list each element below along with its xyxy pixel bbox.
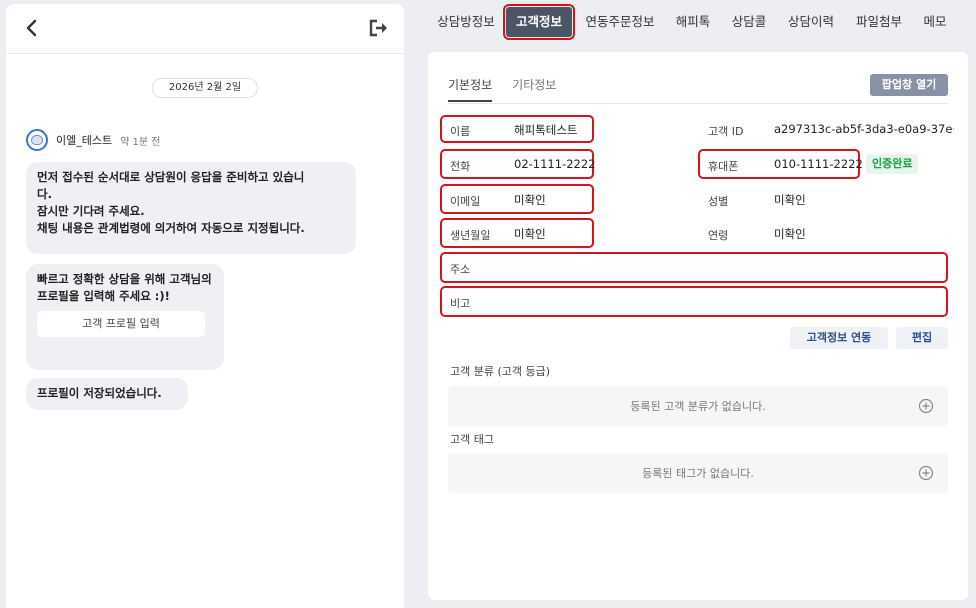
back-arrow-icon[interactable] <box>22 18 42 38</box>
tab-customer-info[interactable]: 고객정보 <box>503 4 575 40</box>
subtab-bar: 기본정보 기타정보 <box>448 74 576 104</box>
address-field[interactable] <box>440 252 948 283</box>
category-empty-text: 등록된 고객 분류가 없습니다. <box>630 400 766 413</box>
tag-label: 고객 태그 <box>450 433 494 446</box>
chat-message-text: 빠르고 정확한 상담을 위해 고객님의 프로필을 입력해 주세요 :)! <box>37 272 212 303</box>
field-value-age: 미확인 <box>774 227 806 241</box>
subtab-other-info[interactable]: 기타정보 <box>512 74 556 102</box>
field-value-mobile: 010-1111-2222 <box>774 157 863 171</box>
tab-happytalk[interactable]: 해피톡 <box>672 4 714 40</box>
category-box: 등록된 고객 분류가 없습니다. <box>448 386 948 426</box>
field-label-name: 이름 <box>450 125 471 138</box>
chat-message-line: 잠시만 기다려 주세요. <box>37 204 145 218</box>
customer-info-card: 기본정보 기타정보 팝업창 열기 이름 해피톡테스트 고객 ID a297313… <box>428 52 968 600</box>
field-label-age: 연령 <box>708 229 729 242</box>
sender-name: 이엘_테스트 <box>56 134 113 147</box>
field-label-phone: 전화 <box>450 160 471 173</box>
avatar-face-icon <box>31 135 43 145</box>
note-field[interactable] <box>440 286 948 317</box>
tab-linked-orders[interactable]: 연동주문정보 <box>582 4 658 40</box>
link-customer-button[interactable]: 고객정보 연동 <box>790 327 888 349</box>
sender-time: 약 1분 전 <box>120 136 161 148</box>
open-popup-button[interactable]: 팝업창 열기 <box>870 74 948 96</box>
chat-message: 먼저 접수된 순서대로 상담원이 응답을 준비하고 있습니 다. 잠시만 기다려… <box>26 162 356 254</box>
add-category-icon[interactable] <box>918 398 934 414</box>
profile-input-button[interactable]: 고객 프로필 입력 <box>37 311 205 337</box>
chat-message-line: 먼저 접수된 순서대로 상담원이 응답을 준비하고 있습니 <box>37 170 305 184</box>
chat-message-line: 다. <box>37 187 52 201</box>
field-value-gender: 미확인 <box>774 193 806 207</box>
category-label: 고객 분류 (고객 등급) <box>450 365 551 378</box>
exit-icon[interactable] <box>368 18 390 38</box>
field-label-note: 비고 <box>450 297 471 310</box>
tab-call[interactable]: 상담콜 <box>728 4 770 40</box>
chat-message-line: 채팅 내용은 관계법령에 의거하여 자동으로 지정됩니다. <box>37 221 305 235</box>
chat-message: 빠르고 정확한 상담을 위해 고객님의 프로필을 입력해 주세요 :)! 고객 … <box>26 264 224 370</box>
field-value-birth: 미확인 <box>514 227 546 241</box>
tab-bar: 상담방정보 고객정보 연동주문정보 해피톡 상담콜 상담이력 파일첨부 메모 <box>426 4 976 40</box>
field-value-phone: 02-1111-2222 <box>514 157 596 171</box>
field-label-gender: 성별 <box>708 195 729 208</box>
field-label-mobile: 휴대폰 <box>708 160 739 173</box>
field-label-birth: 생년월일 <box>450 229 491 242</box>
chat-panel: 2026년 2월 2일 이엘_테스트 약 1분 전 먼저 접수된 순서대로 상담… <box>6 4 404 608</box>
chat-message: 프로필이 저장되었습니다. <box>26 378 188 410</box>
tag-box: 등록된 태그가 없습니다. <box>448 453 948 493</box>
avatar <box>26 129 48 151</box>
tag-empty-text: 등록된 태그가 없습니다. <box>642 467 754 480</box>
tab-history[interactable]: 상담이력 <box>784 4 838 40</box>
tab-room-info[interactable]: 상담방정보 <box>434 4 498 40</box>
chat-header <box>6 4 404 54</box>
tab-attachments[interactable]: 파일첨부 <box>852 4 906 40</box>
edit-button[interactable]: 편집 <box>896 327 948 349</box>
field-label-address: 주소 <box>450 263 471 276</box>
field-label-email: 이메일 <box>450 195 481 208</box>
field-value-name: 해피톡테스트 <box>514 123 578 137</box>
subtab-basic-info[interactable]: 기본정보 <box>448 74 493 102</box>
field-label-id: 고객 ID <box>708 125 744 138</box>
verified-badge: 인증완료 <box>866 154 919 174</box>
add-tag-icon[interactable] <box>918 465 934 481</box>
date-chip: 2026년 2월 2일 <box>152 78 258 98</box>
field-value-email: 미확인 <box>514 193 546 207</box>
message-sender: 이엘_테스트 약 1분 전 <box>26 128 160 152</box>
divider <box>448 103 948 104</box>
tab-memo[interactable]: 메모 <box>920 4 950 40</box>
field-value-id: a297313c-ab5f-3da3-e0a9-37e··· <box>774 122 954 136</box>
